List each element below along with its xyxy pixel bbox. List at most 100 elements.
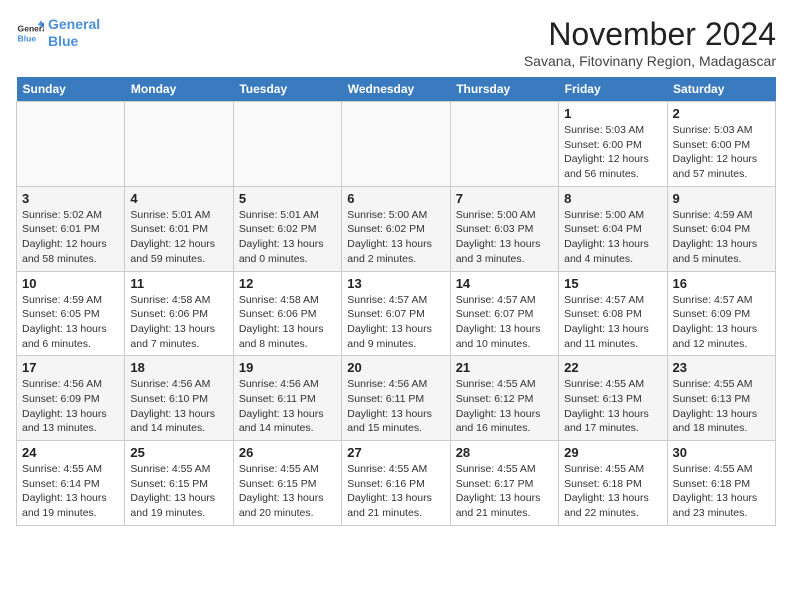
day-info: Sunrise: 4:59 AMSunset: 6:05 PMDaylight:… — [22, 293, 119, 352]
day-info: Sunrise: 5:01 AMSunset: 6:02 PMDaylight:… — [239, 208, 336, 267]
calendar-table: SundayMondayTuesdayWednesdayThursdayFrid… — [16, 77, 776, 526]
day-number: 18 — [130, 360, 227, 375]
weekday-header-thursday: Thursday — [450, 77, 558, 102]
day-cell: 5Sunrise: 5:01 AMSunset: 6:02 PMDaylight… — [233, 186, 341, 271]
day-cell: 15Sunrise: 4:57 AMSunset: 6:08 PMDayligh… — [559, 271, 667, 356]
day-cell: 17Sunrise: 4:56 AMSunset: 6:09 PMDayligh… — [17, 356, 125, 441]
day-number: 24 — [22, 445, 119, 460]
day-number: 6 — [347, 191, 444, 206]
day-number: 28 — [456, 445, 553, 460]
day-cell: 23 Sunrise: 4:55 AMSunset: 6:13 PMDayligh… — [667, 356, 775, 441]
day-info: Sunrise: 5:03 AMSunset: 6:00 PMDaylight:… — [564, 123, 661, 182]
day-info: Sunrise: 5:02 AMSunset: 6:01 PMDaylight:… — [22, 208, 119, 267]
week-row-5: 24 Sunrise: 4:55 AMSunset: 6:14 PMDayligh… — [17, 441, 776, 526]
day-info: Sunrise: 4:56 AMSunset: 6:11 PMDaylight:… — [239, 377, 336, 436]
week-row-4: 17Sunrise: 4:56 AMSunset: 6:09 PMDayligh… — [17, 356, 776, 441]
weekday-header-sunday: Sunday — [17, 77, 125, 102]
day-cell: 7Sunrise: 5:00 AMSunset: 6:03 PMDaylight… — [450, 186, 558, 271]
weekday-header-monday: Monday — [125, 77, 233, 102]
day-cell: 26 Sunrise: 4:55 AMSunset: 6:15 PMDayligh… — [233, 441, 341, 526]
header: General Blue General Blue November 2024 … — [16, 16, 776, 69]
day-number: 17 — [22, 360, 119, 375]
day-number: 14 — [456, 276, 553, 291]
day-number: 21 — [456, 360, 553, 375]
day-cell: 24 Sunrise: 4:55 AMSunset: 6:14 PMDayligh… — [17, 441, 125, 526]
day-info: Sunrise: 4:55 AMSunset: 6:18 PMDaylight:… — [673, 462, 770, 521]
day-cell — [17, 102, 125, 187]
day-number: 29 — [564, 445, 661, 460]
day-cell: 10 Sunrise: 4:59 AMSunset: 6:05 PMDayligh… — [17, 271, 125, 356]
day-number: 10 — [22, 276, 119, 291]
day-info: Sunrise: 5:00 AMSunset: 6:03 PMDaylight:… — [456, 208, 553, 267]
day-cell: 20 Sunrise: 4:56 AMSunset: 6:11 PMDayligh… — [342, 356, 450, 441]
day-info: Sunrise: 4:58 AMSunset: 6:06 PMDaylight:… — [239, 293, 336, 352]
day-cell: 27 Sunrise: 4:55 AMSunset: 6:16 PMDayligh… — [342, 441, 450, 526]
day-info: Sunrise: 4:55 AMSunset: 6:18 PMDaylight:… — [564, 462, 661, 521]
day-info: Sunrise: 4:55 AMSunset: 6:15 PMDaylight:… — [130, 462, 227, 521]
day-number: 4 — [130, 191, 227, 206]
month-title: November 2024 — [524, 16, 776, 53]
week-row-1: 1 Sunrise: 5:03 AMSunset: 6:00 PMDaylight… — [17, 102, 776, 187]
day-info: Sunrise: 5:00 AMSunset: 6:02 PMDaylight:… — [347, 208, 444, 267]
day-cell: 14 Sunrise: 4:57 AMSunset: 6:07 PMDayligh… — [450, 271, 558, 356]
day-info: Sunrise: 4:55 AMSunset: 6:15 PMDaylight:… — [239, 462, 336, 521]
svg-text:Blue: Blue — [18, 33, 37, 43]
day-number: 13 — [347, 276, 444, 291]
day-info: Sunrise: 4:58 AMSunset: 6:06 PMDaylight:… — [130, 293, 227, 352]
day-number: 1 — [564, 106, 661, 121]
day-cell: 19 Sunrise: 4:56 AMSunset: 6:11 PMDayligh… — [233, 356, 341, 441]
day-info: Sunrise: 4:59 AMSunset: 6:04 PMDaylight:… — [673, 208, 770, 267]
day-number: 25 — [130, 445, 227, 460]
day-cell: 18 Sunrise: 4:56 AMSunset: 6:10 PMDayligh… — [125, 356, 233, 441]
day-info: Sunrise: 4:55 AMSunset: 6:14 PMDaylight:… — [22, 462, 119, 521]
day-number: 27 — [347, 445, 444, 460]
day-cell: 13 Sunrise: 4:57 AMSunset: 6:07 PMDayligh… — [342, 271, 450, 356]
day-number: 11 — [130, 276, 227, 291]
day-cell: 30Sunrise: 4:55 AMSunset: 6:18 PMDayligh… — [667, 441, 775, 526]
day-cell — [125, 102, 233, 187]
day-number: 3 — [22, 191, 119, 206]
day-number: 8 — [564, 191, 661, 206]
day-cell: 8 Sunrise: 5:00 AMSunset: 6:04 PMDaylight… — [559, 186, 667, 271]
day-number: 23 — [673, 360, 770, 375]
day-number: 16 — [673, 276, 770, 291]
day-cell: 29 Sunrise: 4:55 AMSunset: 6:18 PMDayligh… — [559, 441, 667, 526]
day-info: Sunrise: 4:57 AMSunset: 6:09 PMDaylight:… — [673, 293, 770, 352]
day-info: Sunrise: 4:57 AMSunset: 6:07 PMDaylight:… — [456, 293, 553, 352]
title-area: November 2024 Savana, Fitovinany Region,… — [524, 16, 776, 69]
week-row-2: 3 Sunrise: 5:02 AMSunset: 6:01 PMDaylight… — [17, 186, 776, 271]
day-cell: 4Sunrise: 5:01 AMSunset: 6:01 PMDaylight… — [125, 186, 233, 271]
day-info: Sunrise: 4:57 AMSunset: 6:08 PMDaylight:… — [564, 293, 661, 352]
day-info: Sunrise: 4:55 AMSunset: 6:16 PMDaylight:… — [347, 462, 444, 521]
logo: General Blue General Blue — [16, 16, 100, 50]
day-cell: 2Sunrise: 5:03 AMSunset: 6:00 PMDaylight… — [667, 102, 775, 187]
weekday-header-wednesday: Wednesday — [342, 77, 450, 102]
day-cell: 16 Sunrise: 4:57 AMSunset: 6:09 PMDayligh… — [667, 271, 775, 356]
day-number: 20 — [347, 360, 444, 375]
day-cell: 11 Sunrise: 4:58 AMSunset: 6:06 PMDayligh… — [125, 271, 233, 356]
day-cell: 22Sunrise: 4:55 AMSunset: 6:13 PMDayligh… — [559, 356, 667, 441]
day-number: 12 — [239, 276, 336, 291]
day-number: 22 — [564, 360, 661, 375]
location-title: Savana, Fitovinany Region, Madagascar — [524, 53, 776, 69]
weekday-header-saturday: Saturday — [667, 77, 775, 102]
day-cell: 9Sunrise: 4:59 AMSunset: 6:04 PMDaylight… — [667, 186, 775, 271]
day-cell — [450, 102, 558, 187]
day-info: Sunrise: 5:00 AMSunset: 6:04 PMDaylight:… — [564, 208, 661, 267]
day-number: 19 — [239, 360, 336, 375]
weekday-header-row: SundayMondayTuesdayWednesdayThursdayFrid… — [17, 77, 776, 102]
day-info: Sunrise: 4:55 AMSunset: 6:12 PMDaylight:… — [456, 377, 553, 436]
day-info: Sunrise: 4:57 AMSunset: 6:07 PMDaylight:… — [347, 293, 444, 352]
weekday-header-friday: Friday — [559, 77, 667, 102]
day-info: Sunrise: 4:55 AMSunset: 6:13 PMDaylight:… — [673, 377, 770, 436]
day-cell — [342, 102, 450, 187]
day-info: Sunrise: 4:56 AMSunset: 6:11 PMDaylight:… — [347, 377, 444, 436]
day-info: Sunrise: 4:56 AMSunset: 6:10 PMDaylight:… — [130, 377, 227, 436]
day-cell: 12 Sunrise: 4:58 AMSunset: 6:06 PMDayligh… — [233, 271, 341, 356]
day-cell: 25 Sunrise: 4:55 AMSunset: 6:15 PMDayligh… — [125, 441, 233, 526]
day-info: Sunrise: 4:55 AMSunset: 6:17 PMDaylight:… — [456, 462, 553, 521]
day-cell: 21 Sunrise: 4:55 AMSunset: 6:12 PMDayligh… — [450, 356, 558, 441]
logo-text: General Blue — [48, 16, 100, 50]
day-number: 26 — [239, 445, 336, 460]
day-cell: 1 Sunrise: 5:03 AMSunset: 6:00 PMDaylight… — [559, 102, 667, 187]
